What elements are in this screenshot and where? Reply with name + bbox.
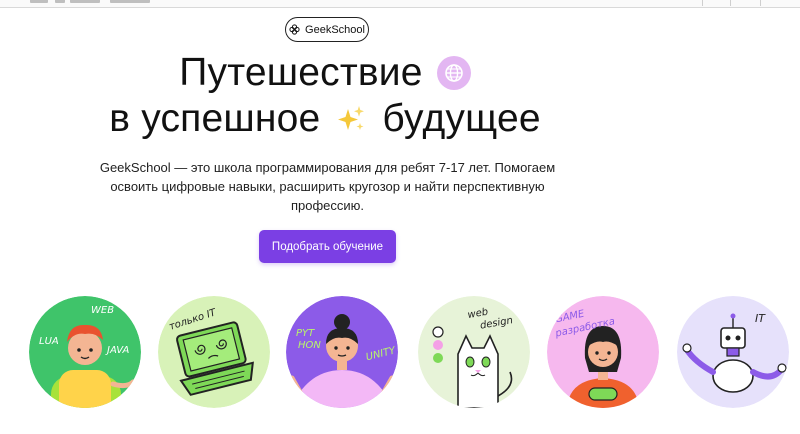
girl-shrugging-icon: PYT HON UNITY bbox=[286, 296, 398, 408]
course-illustration-game-dev[interactable]: GAME разработка bbox=[547, 296, 659, 408]
course-illustration-web[interactable]: LUA WEB JAVA bbox=[29, 296, 141, 408]
boy-with-backpack-icon: LUA WEB JAVA bbox=[29, 296, 141, 408]
tab-fragment bbox=[30, 0, 48, 3]
laptop-dizzy-icon: только IT bbox=[158, 296, 270, 408]
browser-top-strip bbox=[0, 0, 800, 8]
minimize-icon[interactable] bbox=[702, 0, 726, 6]
tab-fragment bbox=[110, 0, 150, 3]
brand-logo[interactable]: GeekSchool bbox=[285, 17, 369, 42]
svg-text:JAVA: JAVA bbox=[105, 345, 129, 356]
course-illustration-python-unity[interactable]: PYT HON UNITY bbox=[286, 296, 398, 408]
svg-text:LUA: LUA bbox=[39, 336, 59, 347]
svg-text:WEB: WEB bbox=[91, 305, 114, 316]
robot-icon: IT bbox=[677, 296, 789, 408]
choose-course-button[interactable]: Подобрать обучение bbox=[259, 230, 396, 263]
hero-title-line1: Путешествие bbox=[179, 51, 423, 94]
tab-fragment bbox=[70, 0, 100, 3]
hero-title-line2-part1: в успешное bbox=[109, 97, 321, 140]
close-icon[interactable] bbox=[760, 0, 784, 6]
cat-designer-icon: web design bbox=[418, 296, 530, 408]
hero-title-line2-part2: будущее bbox=[382, 97, 541, 140]
svg-text:PYT: PYT bbox=[296, 328, 315, 339]
maximize-icon[interactable] bbox=[730, 0, 754, 6]
brand-name: GeekSchool bbox=[305, 23, 365, 36]
logo-flower-icon bbox=[289, 24, 300, 35]
tab-fragment bbox=[55, 0, 65, 3]
svg-text:IT: IT bbox=[755, 312, 766, 325]
course-illustration-only-it[interactable]: только IT bbox=[158, 296, 270, 408]
hero-description: GeekSchool — это школа программирования … bbox=[99, 160, 556, 213]
course-illustration-it-robot[interactable]: IT bbox=[677, 296, 789, 408]
course-illustration-web-design[interactable]: web design bbox=[418, 296, 530, 408]
globe-icon bbox=[436, 56, 471, 90]
sparkles-icon bbox=[334, 102, 368, 136]
girl-with-gamepad-icon: GAME разработка bbox=[547, 296, 659, 408]
hero-title: Путешествие в успешное будущее bbox=[0, 50, 650, 142]
svg-text:HON: HON bbox=[298, 340, 321, 351]
